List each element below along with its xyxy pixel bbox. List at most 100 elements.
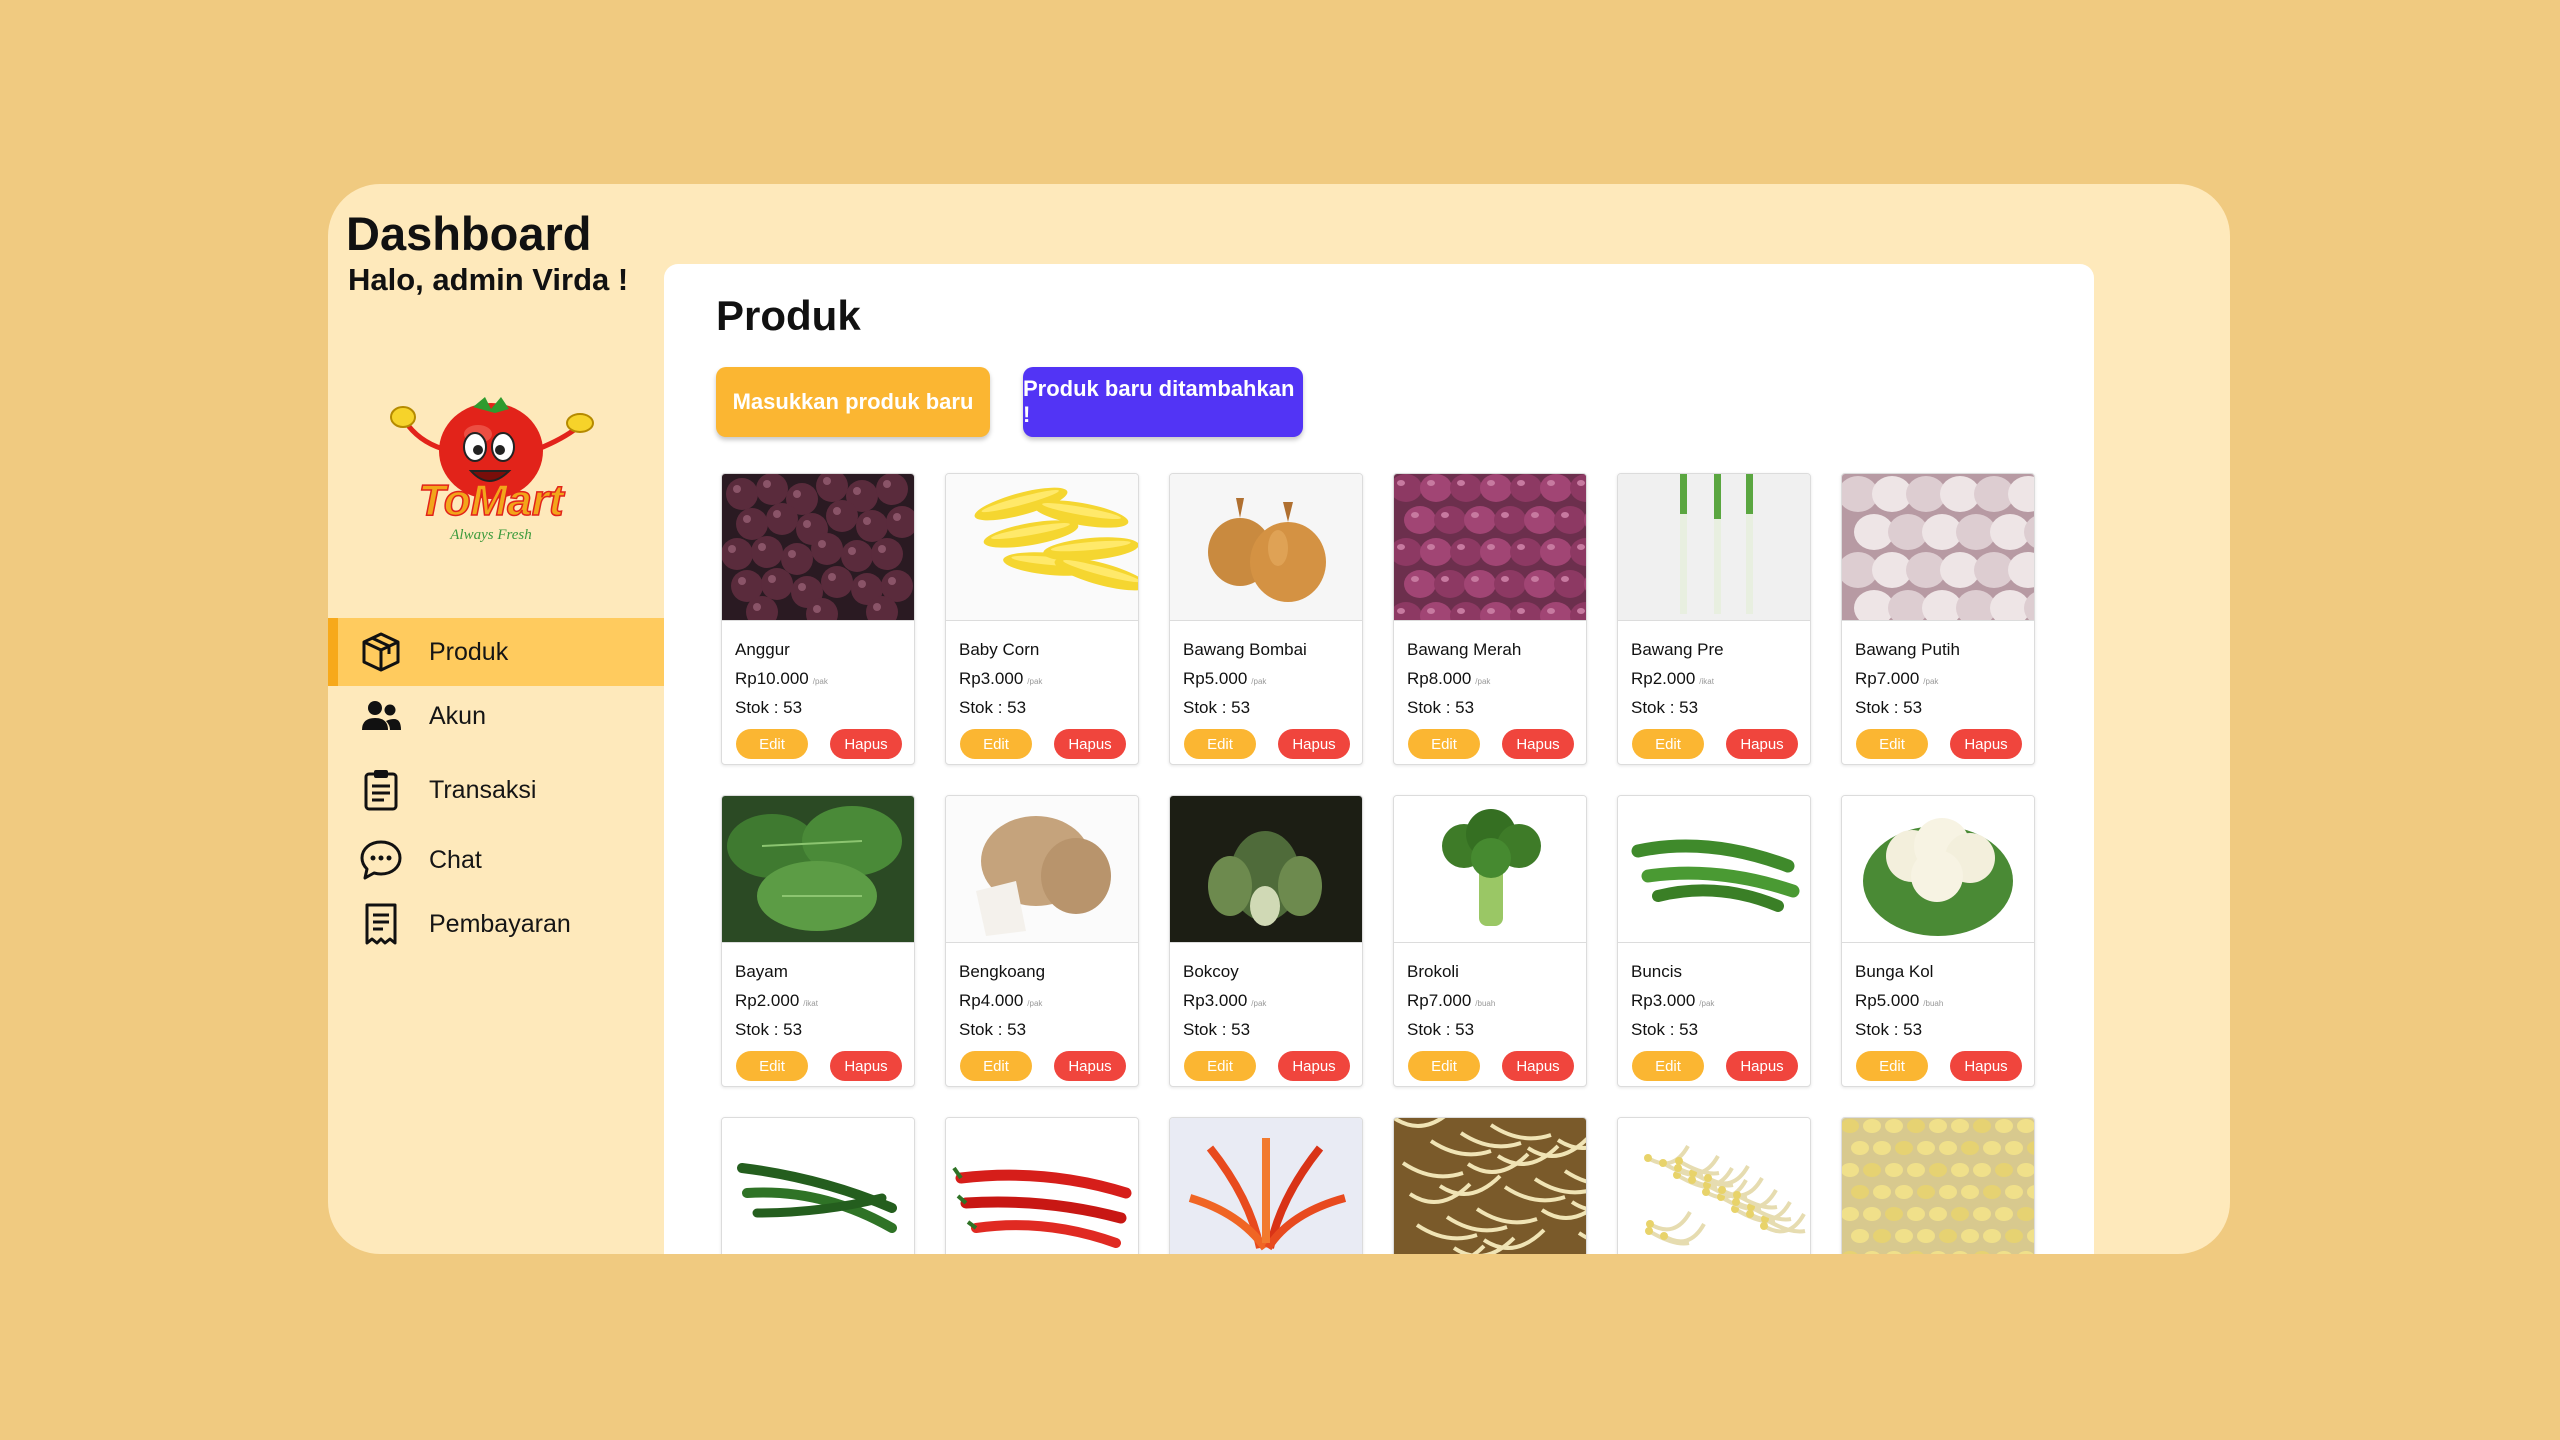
logo-tagline: Always Fresh bbox=[449, 527, 532, 543]
product-price: Rp7.000 bbox=[1855, 669, 1920, 688]
sidebar-item-label: Akun bbox=[429, 701, 486, 730]
product-card: Anggur Rp10.000/pak Stok : 53 Edit Hapus bbox=[721, 473, 915, 765]
delete-button[interactable]: Hapus bbox=[1278, 729, 1350, 759]
product-name: Bayam bbox=[735, 962, 788, 981]
product-unit: /pak bbox=[1475, 677, 1491, 686]
product-card: Brokoli Rp7.000/buah Stok : 53 Edit Hapus bbox=[1393, 795, 1587, 1087]
edit-button[interactable]: Edit bbox=[1856, 729, 1928, 759]
product-price: Rp5.000 bbox=[1183, 669, 1248, 688]
product-image bbox=[1842, 1118, 2034, 1254]
product-price: Rp8.000 bbox=[1407, 669, 1472, 688]
product-stock: Stok : 53 bbox=[959, 1020, 1027, 1039]
tomart-logo: ToMart Always Fresh bbox=[383, 379, 598, 549]
edit-button[interactable]: Edit bbox=[1856, 1051, 1928, 1081]
edit-button[interactable]: Edit bbox=[1408, 729, 1480, 759]
delete-button[interactable]: Hapus bbox=[1950, 1051, 2022, 1081]
delete-button[interactable]: Hapus bbox=[830, 1051, 902, 1081]
product-image bbox=[722, 474, 914, 621]
add-product-button[interactable]: Masukkan produk baru bbox=[716, 367, 990, 437]
delete-button[interactable]: Hapus bbox=[1950, 729, 2022, 759]
sidebar-item-chat[interactable]: Chat bbox=[328, 826, 664, 894]
receipt-icon bbox=[358, 901, 404, 947]
product-card bbox=[1393, 1117, 1587, 1254]
product-unit: /pak bbox=[1923, 677, 1939, 686]
edit-button[interactable]: Edit bbox=[736, 729, 808, 759]
product-image bbox=[1394, 474, 1586, 621]
product-price-row: Rp8.000/pak bbox=[1407, 669, 1490, 689]
product-image bbox=[1394, 796, 1586, 943]
delete-button[interactable]: Hapus bbox=[1726, 729, 1798, 759]
product-price-row: Rp2.000/ikat bbox=[735, 991, 818, 1011]
sidebar-item-pembayaran[interactable]: Pembayaran bbox=[328, 890, 664, 958]
greeting-text: Halo, admin Virda ! bbox=[348, 262, 629, 297]
success-notification: Produk baru ditambahkan ! bbox=[1023, 367, 1303, 437]
clipboard-icon bbox=[358, 767, 404, 813]
product-card: Bokcoy Rp3.000/pak Stok : 53 Edit Hapus bbox=[1169, 795, 1363, 1087]
product-panel: Produk Masukkan produk baru Produk baru … bbox=[664, 264, 2094, 1254]
product-unit: /ikat bbox=[803, 999, 818, 1008]
product-price-row: Rp3.000/pak bbox=[1631, 991, 1714, 1011]
sidebar-item-produk[interactable]: Produk bbox=[328, 618, 664, 686]
edit-button[interactable]: Edit bbox=[736, 1051, 808, 1081]
product-card bbox=[1169, 1117, 1363, 1254]
product-stock: Stok : 53 bbox=[1183, 698, 1251, 717]
product-price-row: Rp10.000/pak bbox=[735, 669, 828, 689]
product-price-row: Rp2.000/ikat bbox=[1631, 669, 1714, 689]
page-title: Dashboard bbox=[346, 207, 592, 260]
product-unit: /pak bbox=[1251, 999, 1267, 1008]
product-price-row: Rp5.000/buah bbox=[1855, 991, 1943, 1011]
product-image bbox=[1842, 796, 2034, 943]
delete-button[interactable]: Hapus bbox=[1726, 1051, 1798, 1081]
delete-button[interactable]: Hapus bbox=[1502, 1051, 1574, 1081]
edit-button[interactable]: Edit bbox=[960, 1051, 1032, 1081]
product-card: Bengkoang Rp4.000/pak Stok : 53 Edit Hapus bbox=[945, 795, 1139, 1087]
product-name: Bawang Merah bbox=[1407, 640, 1522, 659]
edit-button[interactable]: Edit bbox=[1632, 1051, 1704, 1081]
product-name: Bawang Bombai bbox=[1183, 640, 1307, 659]
product-unit: /pak bbox=[1699, 999, 1715, 1008]
edit-button[interactable]: Edit bbox=[1184, 729, 1256, 759]
product-price-row: Rp4.000/pak bbox=[959, 991, 1042, 1011]
product-card bbox=[1617, 1117, 1811, 1254]
product-image bbox=[1170, 474, 1362, 621]
product-card bbox=[1841, 1117, 2035, 1254]
edit-button[interactable]: Edit bbox=[1632, 729, 1704, 759]
product-name: Brokoli bbox=[1407, 962, 1459, 981]
edit-button[interactable]: Edit bbox=[1408, 1051, 1480, 1081]
sidebar-item-akun[interactable]: Akun bbox=[328, 682, 664, 750]
chat-bubble-icon bbox=[358, 837, 404, 883]
product-price-row: Rp7.000/pak bbox=[1855, 669, 1938, 689]
sidebar-item-transaksi[interactable]: Transaksi bbox=[328, 756, 664, 824]
dashboard-window: Dashboard Halo, admin Virda ! ToMart Alw… bbox=[328, 184, 2230, 1254]
product-price: Rp2.000 bbox=[1631, 669, 1696, 688]
product-stock: Stok : 53 bbox=[1407, 1020, 1475, 1039]
product-name: Bengkoang bbox=[959, 962, 1046, 981]
product-price: Rp3.000 bbox=[1183, 991, 1248, 1010]
product-price-row: Rp3.000/pak bbox=[1183, 991, 1266, 1011]
box-icon bbox=[358, 629, 404, 675]
edit-button[interactable]: Edit bbox=[1184, 1051, 1256, 1081]
product-stock: Stok : 53 bbox=[1631, 1020, 1699, 1039]
product-name: Buncis bbox=[1631, 962, 1683, 981]
product-image bbox=[1394, 1118, 1586, 1254]
product-price: Rp7.000 bbox=[1407, 991, 1472, 1010]
product-name: Anggur bbox=[735, 640, 790, 659]
product-stock: Stok : 53 bbox=[735, 1020, 803, 1039]
edit-button[interactable]: Edit bbox=[960, 729, 1032, 759]
product-image bbox=[946, 796, 1138, 943]
product-card bbox=[945, 1117, 1139, 1254]
delete-button[interactable]: Hapus bbox=[1054, 1051, 1126, 1081]
product-name: Bawang Putih bbox=[1855, 640, 1960, 659]
delete-button[interactable]: Hapus bbox=[830, 729, 902, 759]
product-card: Bayam Rp2.000/ikat Stok : 53 Edit Hapus bbox=[721, 795, 915, 1087]
product-price: Rp3.000 bbox=[959, 669, 1024, 688]
delete-button[interactable]: Hapus bbox=[1278, 1051, 1350, 1081]
logo-text: ToMart bbox=[418, 476, 565, 525]
product-price: Rp2.000 bbox=[735, 991, 800, 1010]
product-card: Baby Corn Rp3.000/pak Stok : 53 Edit Hapus bbox=[945, 473, 1139, 765]
delete-button[interactable]: Hapus bbox=[1054, 729, 1126, 759]
product-card: Bawang Merah Rp8.000/pak Stok : 53 Edit Hapu… bbox=[1393, 473, 1587, 765]
product-image bbox=[946, 474, 1138, 621]
delete-button[interactable]: Hapus bbox=[1502, 729, 1574, 759]
product-unit: /buah bbox=[1475, 999, 1496, 1008]
